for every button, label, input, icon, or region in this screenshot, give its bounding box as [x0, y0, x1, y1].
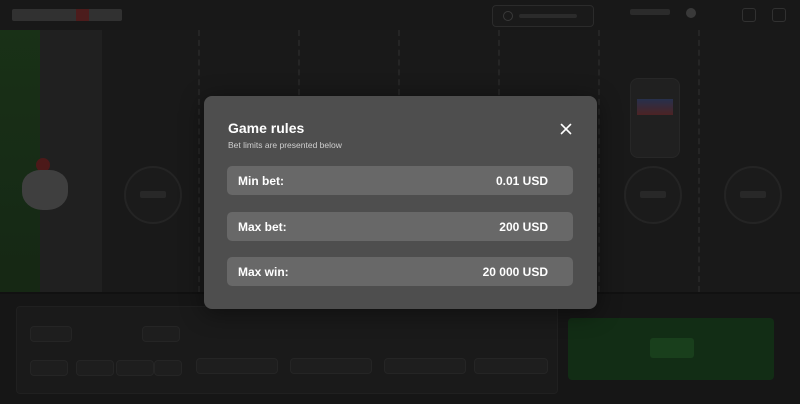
max-win-value: 20 000 USD	[482, 265, 548, 279]
max-win-label: Max win:	[238, 265, 289, 279]
min-bet-label: Min bet:	[238, 174, 284, 188]
max-bet-label: Max bet:	[238, 220, 287, 234]
game-rules-modal: Game rules Bet limits are presented belo…	[204, 96, 597, 309]
max-bet-value: 200 USD	[499, 220, 548, 234]
max-win-row: Max win: 20 000 USD	[227, 257, 573, 286]
max-bet-row: Max bet: 200 USD	[227, 212, 573, 241]
close-icon	[560, 123, 572, 135]
min-bet-value: 0.01 USD	[495, 174, 548, 188]
modal-subtitle: Bet limits are presented below	[228, 140, 342, 150]
close-button[interactable]	[558, 121, 574, 137]
modal-title: Game rules	[228, 120, 305, 136]
min-bet-row: Min bet: 0.01 USD	[227, 166, 573, 195]
